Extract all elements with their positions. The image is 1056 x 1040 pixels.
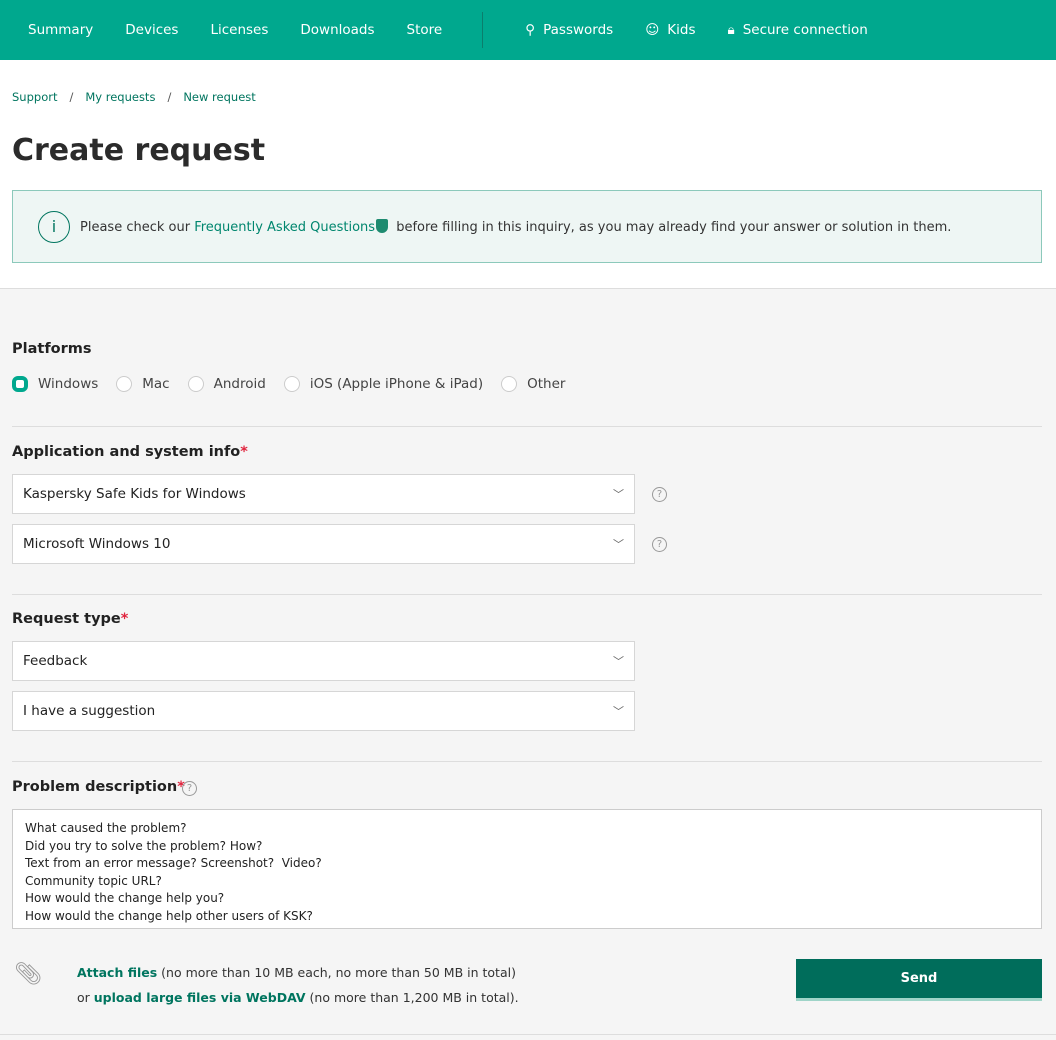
- platform-radios: Windows Mac Android iOS (Apple iPhone & …: [12, 376, 565, 392]
- page-title: Create request: [12, 133, 266, 168]
- description-label: Problem description*: [12, 779, 185, 795]
- nav-label: Kids: [667, 22, 696, 38]
- chevron-down-icon: ﹀: [613, 488, 624, 501]
- kids-icon: ☺: [645, 22, 660, 38]
- help-icon[interactable]: ?: [652, 487, 667, 502]
- chevron-down-icon: ﹀: [613, 655, 624, 668]
- breadcrumb-support[interactable]: Support: [12, 90, 57, 104]
- nav-label: Passwords: [543, 22, 614, 38]
- radio-windows[interactable]: Windows: [12, 376, 98, 392]
- radio-label: Other: [527, 376, 566, 392]
- radio-android[interactable]: Android: [187, 376, 266, 392]
- paperclip-icon: 📎︎: [14, 962, 42, 987]
- shield-icon: [376, 218, 389, 233]
- attach-info: Attach files (no more than 10 MB each, n…: [77, 960, 519, 1010]
- radio-button[interactable]: [187, 376, 204, 392]
- radio-button[interactable]: [116, 376, 133, 392]
- radio-ios[interactable]: iOS (Apple iPhone & iPad): [283, 376, 484, 392]
- chevron-down-icon: ﹀: [613, 538, 624, 551]
- attach-text: (no more than 10 MB each, no more than 5…: [157, 965, 516, 980]
- radio-button[interactable]: [283, 376, 300, 392]
- breadcrumb-new-request[interactable]: New request: [183, 90, 255, 104]
- key-icon: ⚲: [525, 22, 536, 38]
- select-value: Microsoft Windows 10: [23, 536, 171, 552]
- notice-text: before filling in this inquiry, as you m…: [392, 219, 952, 235]
- notice-text: Please check our: [80, 219, 195, 235]
- request-type-select[interactable]: Feedback ﹀: [12, 641, 635, 681]
- nav-passwords[interactable]: ⚲ Passwords: [525, 22, 613, 38]
- radio-label: iOS (Apple iPhone & iPad): [309, 376, 484, 392]
- top-nav: Summary Devices Licenses Downloads Store…: [0, 0, 1056, 60]
- platforms-label: Platforms: [12, 341, 92, 357]
- radio-other[interactable]: Other: [501, 376, 565, 392]
- radio-button[interactable]: [12, 376, 28, 392]
- radio-button[interactable]: [501, 376, 518, 392]
- radio-mac[interactable]: Mac: [116, 376, 170, 392]
- select-value: I have a suggestion: [23, 703, 156, 719]
- info-icon: i: [38, 210, 70, 243]
- attach-files-link[interactable]: Attach files: [77, 965, 157, 980]
- select-value: Feedback: [23, 653, 88, 669]
- breadcrumb-my-requests[interactable]: My requests: [85, 90, 155, 104]
- webdav-link[interactable]: upload large files via WebDAV: [94, 990, 306, 1005]
- send-button[interactable]: Send: [796, 959, 1042, 1001]
- nav-divider: [482, 12, 484, 48]
- breadcrumb: Support / My requests / New request: [12, 90, 256, 104]
- help-icon[interactable]: ?: [182, 781, 197, 796]
- application-select[interactable]: Kaspersky Safe Kids for Windows ﹀: [12, 474, 635, 514]
- chevron-down-icon: ﹀: [613, 705, 624, 718]
- app-info-label: Application and system info*: [12, 444, 248, 460]
- description-textarea[interactable]: What caused the problem? Did you try to …: [12, 809, 1042, 929]
- lock-icon: 🔒︎: [727, 22, 735, 38]
- select-value: Kaspersky Safe Kids for Windows: [23, 486, 246, 502]
- radio-label: Android: [213, 376, 266, 392]
- request-type-label: Request type*: [12, 611, 129, 627]
- radio-label: Mac: [142, 376, 170, 392]
- nav-kids[interactable]: ☺ Kids: [645, 22, 695, 38]
- os-select[interactable]: Microsoft Windows 10 ﹀: [12, 524, 635, 564]
- nav-licenses[interactable]: Licenses: [210, 22, 268, 38]
- nav-summary[interactable]: Summary: [28, 22, 93, 38]
- faq-link[interactable]: Frequently Asked Questions: [194, 220, 375, 235]
- request-subtype-select[interactable]: I have a suggestion ﹀: [12, 691, 635, 731]
- divider: [0, 1034, 1056, 1035]
- nav-store[interactable]: Store: [407, 22, 443, 38]
- help-icon[interactable]: ?: [652, 537, 667, 552]
- divider: [12, 426, 1042, 427]
- attach-text: or: [77, 990, 94, 1005]
- faq-notice: i Please check our Frequently Asked Ques…: [12, 190, 1042, 263]
- radio-label: Windows: [38, 376, 99, 392]
- nav-secure-connection[interactable]: 🔒︎ Secure connection: [728, 22, 868, 38]
- divider: [12, 761, 1042, 762]
- divider: [12, 594, 1042, 595]
- nav-label: Secure connection: [742, 22, 868, 38]
- nav-devices[interactable]: Devices: [125, 22, 178, 38]
- attach-text: (no more than 1,200 MB in total).: [305, 990, 519, 1005]
- nav-downloads[interactable]: Downloads: [300, 22, 374, 38]
